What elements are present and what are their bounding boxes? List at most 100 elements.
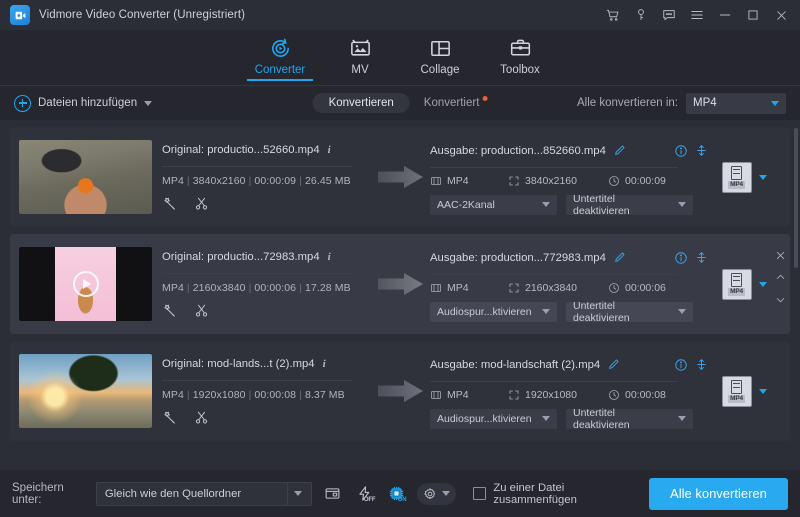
browse-folder-icon[interactable]: [321, 482, 344, 506]
close-icon[interactable]: [768, 2, 794, 28]
move-handle-icon[interactable]: [695, 144, 708, 157]
format-chevron-down-icon[interactable]: [758, 388, 767, 394]
info-icon[interactable]: i: [326, 144, 333, 156]
output-duration: 00:00:06: [625, 281, 666, 294]
convert-all-format-select[interactable]: MP4: [686, 92, 786, 114]
source-file-name: Original: productio...72983.mp4: [162, 250, 320, 263]
chevron-down-icon: [442, 491, 451, 496]
chevron-down-icon: [678, 202, 686, 207]
format-chevron-down-icon[interactable]: [758, 281, 767, 287]
edit-wand-icon[interactable]: [162, 410, 177, 430]
tab-mv[interactable]: MV: [320, 30, 400, 76]
info-icon[interactable]: i: [326, 251, 333, 263]
toolbox-icon: [509, 35, 532, 61]
file-list[interactable]: Original: productio...52660.mp4 i MP4 | 38…: [0, 120, 800, 470]
subtitle-select[interactable]: Untertitel deaktivieren: [566, 407, 693, 431]
output-format-button[interactable]: MP4: [721, 375, 752, 407]
move-down-chevron-icon[interactable]: [775, 292, 786, 310]
gear-icon: [424, 487, 436, 499]
key-icon[interactable]: [628, 2, 654, 28]
format-tag: MP4: [728, 394, 745, 403]
menu-icon[interactable]: [684, 2, 710, 28]
trim-scissors-icon[interactable]: [194, 196, 209, 216]
minimize-icon[interactable]: [712, 2, 738, 28]
tab-toolbox[interactable]: Toolbox: [480, 30, 560, 76]
info-icon[interactable]: i: [321, 358, 328, 370]
divider: [430, 380, 678, 382]
row-tools: [162, 196, 372, 216]
remove-row-close-icon[interactable]: [775, 248, 786, 266]
audio-track-select[interactable]: AAC-2Kanal: [430, 194, 557, 215]
video-thumbnail[interactable]: [19, 140, 152, 214]
source-size: 8.37 MB: [304, 388, 345, 401]
mv-icon: [349, 35, 372, 61]
gpu-acceleration-on-icon[interactable]: ON: [385, 482, 408, 506]
audio-track-value: Audiospur...ktivieren: [437, 305, 532, 318]
video-thumbnail[interactable]: [19, 247, 152, 321]
list-scrollbar[interactable]: [794, 128, 798, 466]
move-up-chevron-icon[interactable]: [775, 270, 786, 288]
checkbox-box[interactable]: [473, 487, 487, 500]
cart-icon[interactable]: [600, 2, 626, 28]
audio-track-select[interactable]: Audiospur...ktivieren: [430, 408, 557, 429]
subtitle-select[interactable]: Untertitel deaktivieren: [566, 300, 693, 324]
output-duration: 00:00:08: [625, 388, 666, 401]
preferences-button[interactable]: [417, 482, 457, 505]
add-files-button[interactable]: Dateien hinzufügen: [14, 94, 153, 112]
output-duration-item: 00:00:06: [608, 282, 666, 294]
trim-scissors-icon[interactable]: [194, 410, 209, 430]
save-path-input[interactable]: Gleich wie den Quellordner: [95, 481, 313, 506]
output-info-icon[interactable]: [674, 358, 688, 372]
output-info-icon[interactable]: [674, 251, 688, 265]
save-path-dropdown[interactable]: [287, 482, 307, 505]
merge-into-one-file-checkbox[interactable]: Zu einer Datei zusammenfügen: [473, 482, 631, 506]
tab-converting[interactable]: Konvertieren: [312, 93, 410, 113]
video-thumbnail[interactable]: [19, 354, 152, 428]
title-bar: Vidmore Video Converter (Unregistriert): [0, 0, 800, 30]
audio-track-select[interactable]: Audiospur...ktivieren: [430, 301, 557, 322]
convert-all-button[interactable]: Alle konvertieren: [648, 477, 788, 510]
output-info-icon[interactable]: [674, 144, 688, 158]
tab-converted-label: Konvertiert: [423, 97, 480, 109]
convert-all-format-value: MP4: [693, 97, 717, 109]
tab-converter[interactable]: Converter: [240, 30, 320, 81]
edit-wand-icon[interactable]: [162, 303, 177, 323]
move-handle-icon[interactable]: [695, 251, 708, 264]
output-format-item: MP4: [430, 389, 508, 401]
divider: [430, 166, 678, 168]
edit-wand-icon[interactable]: [162, 196, 177, 216]
source-resolution: 3840x2160: [192, 174, 246, 187]
table-row[interactable]: Original: mod-lands...t (2).mp4 i MP4 | 19…: [10, 341, 790, 441]
window-title: Vidmore Video Converter (Unregistriert): [39, 9, 246, 21]
subtitle-select[interactable]: Untertitel deaktivieren: [566, 193, 693, 217]
output-file-name: Ausgabe: production...852660.mp4: [430, 144, 606, 157]
chevron-down-icon[interactable]: [144, 100, 153, 106]
rename-pencil-icon[interactable]: [613, 251, 626, 264]
tab-collage[interactable]: Collage: [400, 30, 480, 76]
output-info: Ausgabe: mod-landschaft (2).mp4 MP4 1920…: [430, 354, 708, 431]
chevron-down-icon: [542, 416, 550, 421]
row-controls: [775, 248, 786, 310]
format-chevron-down-icon[interactable]: [758, 174, 767, 180]
chevron-down-icon: [542, 309, 550, 314]
source-format: MP4: [162, 174, 184, 187]
maximize-icon[interactable]: [740, 2, 766, 28]
table-row[interactable]: Original: productio...52660.mp4 i MP4 | 38…: [10, 127, 790, 227]
tab-converted[interactable]: Konvertiert: [423, 96, 488, 109]
output-format-button[interactable]: MP4: [721, 161, 752, 193]
rename-pencil-icon[interactable]: [607, 358, 620, 371]
main-nav: Converter MV Collage Toolbox: [0, 30, 800, 86]
feedback-icon[interactable]: [656, 2, 682, 28]
app-window: Vidmore Video Converter (Unregistriert): [0, 0, 800, 517]
merge-label: Zu einer Datei zusammenfügen: [493, 481, 577, 506]
hardware-acceleration-off-icon[interactable]: OFF: [353, 482, 376, 506]
output-resolution: 1920x1080: [525, 388, 577, 401]
convert-all-to-group: Alle konvertieren in: MP4: [577, 92, 786, 114]
trim-scissors-icon[interactable]: [194, 303, 209, 323]
move-handle-icon[interactable]: [695, 358, 708, 371]
table-row[interactable]: Original: productio...72983.mp4 i MP4 | 21…: [10, 234, 790, 334]
output-format-button[interactable]: MP4: [721, 268, 752, 300]
scrollbar-thumb[interactable]: [794, 128, 798, 268]
rename-pencil-icon[interactable]: [613, 144, 626, 157]
source-format: MP4: [162, 388, 184, 401]
